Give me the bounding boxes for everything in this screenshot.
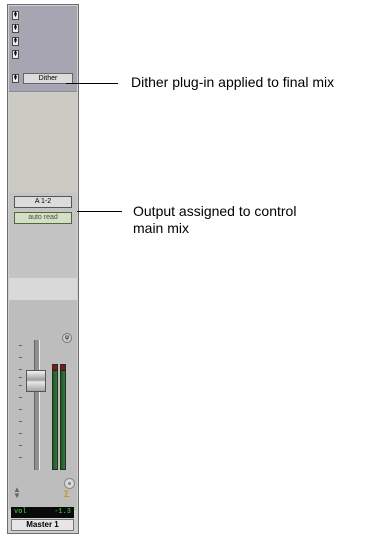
callout-line-dither <box>66 83 118 84</box>
fader-track[interactable] <box>34 340 40 470</box>
track-name[interactable]: Master 1 <box>11 519 74 531</box>
volume-fader[interactable] <box>26 370 46 392</box>
callout-line-output <box>77 211 122 212</box>
pan-knob-icon[interactable]: ψ <box>62 333 72 343</box>
insert-slot-3[interactable]: ▲ ▼ <box>12 36 74 48</box>
insert-slot-2[interactable]: ▲ ▼ <box>12 23 74 35</box>
fader-section: ψ <box>9 300 77 510</box>
sends-section <box>9 93 77 193</box>
automation-icon[interactable]: Σ <box>64 489 69 499</box>
io-section: A 1-2 auto read <box>9 193 77 278</box>
insert-section: ▲ ▼ ▲ ▼ ▲ ▼ ▲ ▼ ▲ ▼ Dither <box>9 6 77 92</box>
clip-indicator[interactable] <box>61 365 65 370</box>
up-down-arrows-icon[interactable]: ▲ ▼ <box>13 486 21 500</box>
volume-value: -1.3 <box>54 508 71 516</box>
insert-slot-5[interactable]: ▲ ▼ Dither <box>12 73 74 85</box>
output-selector[interactable]: A 1-2 <box>14 196 72 208</box>
callout-dither: Dither plug-in applied to final mix <box>131 74 335 90</box>
up-down-arrows-icon[interactable]: ▲ ▼ <box>12 50 19 59</box>
insert-slot-4[interactable]: ▲ ▼ <box>12 49 74 61</box>
group-knob-icon[interactable] <box>64 478 75 489</box>
level-meter-right <box>60 364 66 470</box>
insert-slot-1[interactable]: ▲ ▼ <box>12 10 74 22</box>
clip-indicator[interactable] <box>53 365 57 370</box>
up-down-arrows-icon[interactable]: ▲ ▼ <box>12 24 19 33</box>
automation-mode-button[interactable]: auto read <box>14 212 72 224</box>
up-down-arrows-icon[interactable]: ▲ ▼ <box>12 37 19 46</box>
volume-label: vol <box>14 508 27 516</box>
spacer-band <box>9 278 77 300</box>
fader-scale <box>19 345 27 465</box>
level-meter-left <box>52 364 58 470</box>
up-down-arrows-icon[interactable]: ▲ ▼ <box>12 74 19 83</box>
volume-readout[interactable]: vol -1.3 <box>11 507 74 518</box>
up-down-arrows-icon[interactable]: ▲ ▼ <box>12 11 19 20</box>
callout-output: Output assigned to control main mix <box>133 203 297 236</box>
